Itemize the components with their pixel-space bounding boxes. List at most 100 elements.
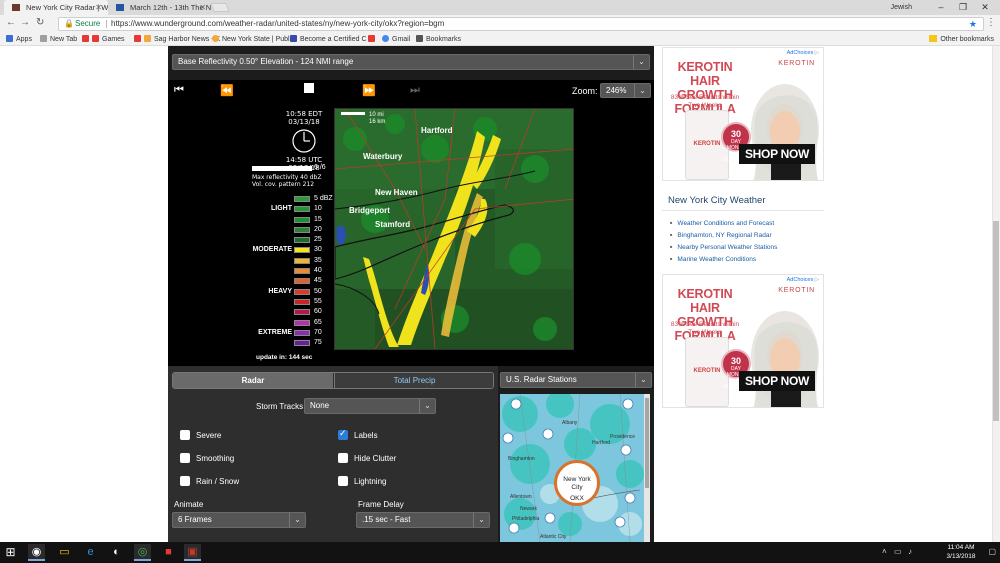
scroll-thumb[interactable] — [993, 221, 999, 421]
link-pws[interactable]: Nearby Personal Weather Stations — [670, 241, 824, 253]
checkbox-smoothing[interactable]: Smoothing — [180, 453, 234, 463]
bookmark-apps[interactable]: Apps — [6, 33, 32, 46]
bookmark-roblox[interactable] — [368, 33, 378, 46]
new-tab-button[interactable] — [210, 3, 230, 12]
stations-map[interactable]: Albany Hartford Providence Binghamton Al… — [500, 394, 650, 542]
tab-radar[interactable]: New York City Radar | W ✕ — [4, 0, 108, 15]
close-window-icon[interactable]: ✕ — [974, 0, 996, 14]
tab-news[interactable]: March 12th - 13th The N ✕ — [108, 0, 212, 15]
bookmark-games[interactable]: Games — [82, 33, 125, 46]
bookmark-nys[interactable]: New York State | Publ — [212, 33, 290, 46]
checkbox-box-checked[interactable] — [338, 428, 348, 440]
address-bar[interactable]: 🔒 Secure https://www.wunderground.com/we… — [58, 17, 984, 31]
stations-dropdown[interactable]: U.S. Radar Stations ⌄ — [500, 372, 652, 388]
notifications-icon[interactable]: ▢ — [988, 547, 996, 556]
scroll-thumb[interactable] — [645, 398, 649, 488]
network-icon[interactable]: ▭ — [894, 547, 902, 556]
checkbox-rain-snow[interactable]: Rain / Snow — [180, 476, 239, 486]
map-label-bridgeport: Bridgeport — [349, 206, 390, 215]
adchoices[interactable]: AdChoices ▷ — [787, 277, 819, 283]
page-scrollbar[interactable] — [992, 46, 1000, 542]
taskbar-clock[interactable]: 11:04 AM 3/13/2018 — [940, 544, 982, 561]
media-player-icon[interactable]: ◐ — [108, 544, 125, 561]
other-bookmarks[interactable]: Other bookmarks — [929, 33, 994, 46]
fast-forward-icon[interactable]: ⏩ — [362, 84, 376, 97]
checkbox-box[interactable] — [180, 453, 190, 463]
volume-icon[interactable]: ♪ — [908, 547, 912, 556]
maximize-icon[interactable]: ❐ — [952, 0, 974, 14]
stations-value: U.S. Radar Stations — [506, 375, 577, 384]
forward-icon[interactable]: → — [20, 17, 30, 28]
bookmark-new-tab[interactable]: New Tab — [40, 33, 77, 46]
checkbox-hide-clutter[interactable]: Hide Clutter — [338, 453, 396, 463]
start-windows-icon[interactable]: ⊞ — [2, 544, 19, 561]
reload-icon[interactable]: ↻ — [36, 17, 44, 28]
minimize-icon[interactable]: – — [930, 0, 952, 14]
tab-radar-mode[interactable]: Radar — [173, 373, 333, 388]
checkbox-box[interactable] — [180, 476, 190, 486]
checkbox-box[interactable] — [180, 430, 190, 440]
legend-value: 70 — [314, 328, 322, 336]
roblox-icon[interactable]: ■ — [160, 544, 177, 561]
steam-icon[interactable]: ◉ — [28, 544, 45, 561]
edge-icon[interactable]: e — [82, 544, 99, 561]
storm-tracks-dropdown[interactable]: None ⌄ — [304, 398, 436, 414]
bookmark-star-icon[interactable]: ★ — [969, 18, 977, 30]
back-icon[interactable]: ← — [6, 17, 16, 28]
ad-subtitle: 83% See Results within Two Weeks — [670, 94, 740, 109]
checkbox-lightning[interactable]: Lightning — [338, 476, 386, 486]
ad-banner-top[interactable]: AdChoices ▷ KEROTIN HAIR GROWTH FORMULA 83… — [662, 47, 824, 181]
bookmark-bookmarks[interactable]: Bookmarks — [416, 33, 461, 46]
bookmark-certified[interactable]: Become a Certified C — [290, 33, 367, 46]
svg-text:Albany: Albany — [562, 420, 578, 426]
adchoices[interactable]: AdChoices ▷ — [787, 50, 819, 56]
last-frame-icon[interactable]: ⏭ — [410, 84, 420, 97]
ad-shop-now-button[interactable]: SHOP NOW — [739, 144, 815, 164]
checkbox-box[interactable] — [338, 453, 348, 463]
google-icon — [382, 35, 389, 42]
checkbox-box[interactable] — [338, 476, 348, 486]
radar-map[interactable]: Waterbury New Haven Bridgeport Hartford … — [334, 108, 574, 350]
bookmark-sag-harbor[interactable]: Sag Harbor News - K — [134, 33, 220, 46]
close-tab-icon[interactable]: ✕ — [199, 0, 206, 15]
scale-mi: 10 mi — [369, 112, 384, 118]
station-marker-nyc[interactable]: New York City OKX — [554, 460, 600, 506]
ad-shop-now-button[interactable]: SHOP NOW — [739, 371, 815, 391]
ad-brand: KEROTIN — [778, 60, 815, 67]
close-tab-icon[interactable]: ✕ — [95, 0, 102, 15]
first-frame-icon[interactable]: ⏮ — [174, 84, 184, 97]
tray-chevron-up-icon[interactable]: ˄ — [882, 547, 887, 556]
chevron-down-icon: ⌄ — [419, 399, 435, 413]
radar-product-dropdown[interactable]: Base Reflectivity 0.50° Elevation - 124 … — [172, 54, 650, 70]
zoom-dropdown[interactable]: 246% ⌄ — [600, 83, 651, 98]
news-icon — [144, 35, 151, 42]
ad-banner-bottom[interactable]: AdChoices ▷ KEROTIN HAIR GROWTH FORMULA 83… — [662, 274, 824, 408]
scale-km: 16 km — [369, 119, 385, 125]
animate-dropdown[interactable]: 6 Frames ⌄ — [172, 512, 306, 528]
rewind-icon[interactable]: ⏪ — [220, 84, 234, 97]
link-conditions[interactable]: Weather Conditions and Forecast — [670, 217, 824, 229]
link-marine[interactable]: Marine Weather Conditions — [670, 253, 824, 265]
link-regional-radar[interactable]: Binghamton, NY Regional Radar — [670, 229, 824, 241]
file-explorer-icon[interactable]: ▭ — [56, 544, 73, 561]
checkbox-severe[interactable]: Severe — [180, 430, 221, 440]
radar-options-panel: Radar Total Precip Storm Tracks None ⌄ S… — [168, 366, 498, 542]
browser-menu-icon[interactable]: ⋮ — [986, 17, 996, 28]
url-text[interactable]: https://www.wunderground.com/weather-rad… — [111, 18, 444, 30]
date-edt: 03/13/18 — [288, 118, 320, 126]
ad-brand: KEROTIN — [778, 287, 815, 294]
stop-icon[interactable] — [304, 83, 314, 96]
tab-total-precip[interactable]: Total Precip — [334, 373, 493, 388]
checkbox-labels[interactable]: Labels — [338, 428, 378, 440]
nyc-weather-links: New York City Weather Weather Conditions… — [662, 191, 824, 265]
chevron-down-icon: ⌄ — [633, 55, 649, 69]
bookmark-gmail[interactable]: Gmail — [382, 33, 410, 46]
chevron-down-icon: ⌄ — [635, 373, 651, 387]
frame-delay-dropdown[interactable]: .15 sec - Fast ⌄ — [356, 512, 490, 528]
svg-text:Newark: Newark — [520, 506, 537, 512]
profile-name[interactable]: Jewish — [891, 0, 912, 15]
legend-category: MODERATE — [252, 246, 292, 254]
app-icon[interactable]: ▣ — [184, 544, 201, 561]
chrome-icon[interactable]: ◎ — [134, 544, 151, 561]
stations-scrollbar[interactable] — [644, 394, 650, 542]
